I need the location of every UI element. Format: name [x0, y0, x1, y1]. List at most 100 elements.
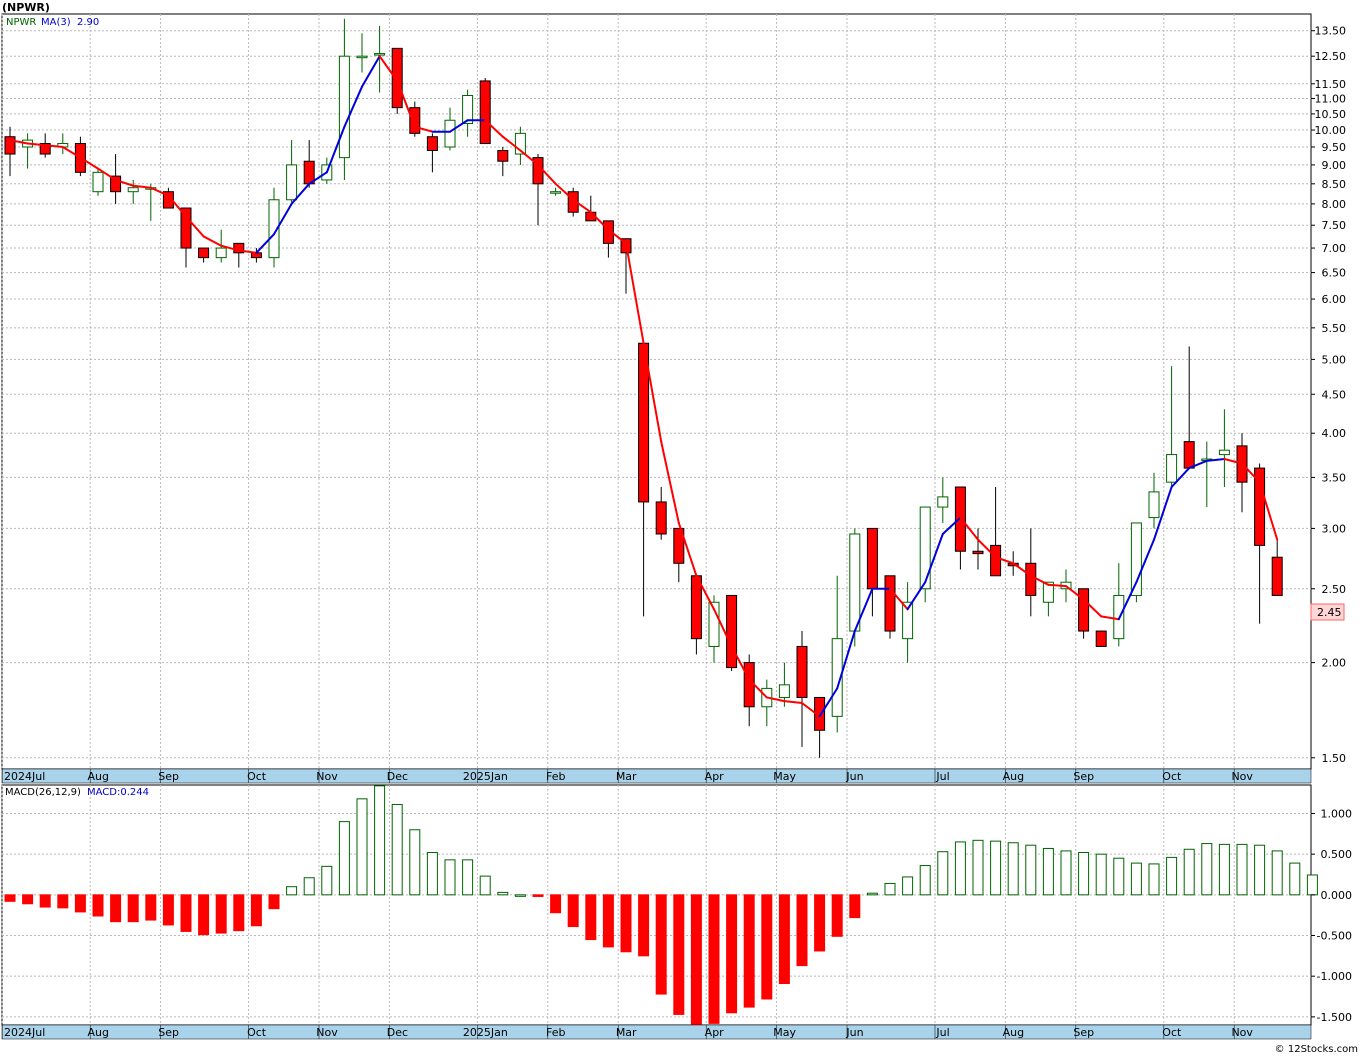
price-month-label: Apr	[705, 770, 725, 783]
legend-symbol: NPWR	[6, 17, 36, 28]
candle-down	[497, 150, 509, 162]
macd-bar-negative	[602, 894, 614, 948]
macd-month-label: Jul	[935, 1026, 949, 1039]
candle-up	[374, 53, 386, 56]
legend-ma: MA(3)	[41, 17, 71, 28]
candle-down	[743, 662, 755, 708]
macd-bar-negative	[567, 894, 579, 928]
candle-down	[796, 645, 808, 698]
candle-up	[1130, 522, 1142, 596]
price-month-label: Nov	[316, 770, 338, 783]
candle-up	[286, 164, 298, 201]
macd-bar-positive	[374, 785, 386, 896]
macd-bar-positive	[1025, 844, 1037, 896]
price-tick-label: 11.50	[1315, 78, 1347, 91]
macd-bar-positive	[462, 859, 474, 896]
macd-month-label: Apr	[705, 1026, 725, 1039]
macd-bar-positive	[1254, 844, 1266, 896]
candle-down	[1271, 556, 1283, 596]
candle-up	[338, 55, 350, 159]
macd-bar-positive	[514, 894, 526, 897]
candle-up	[444, 119, 456, 148]
macd-bar-negative	[250, 894, 262, 927]
price-tick-label: 10.00	[1315, 124, 1347, 137]
price-grid	[1, 13, 1312, 770]
macd-bar-positive	[866, 892, 878, 896]
price-month-label: Nov	[1231, 770, 1253, 783]
macd-bar-positive	[1271, 850, 1283, 896]
macd-bar-positive	[356, 798, 368, 896]
price-month-label: Mar	[616, 770, 637, 783]
candle-down	[866, 527, 878, 590]
macd-month-label: Aug	[1003, 1026, 1024, 1039]
candle-down	[884, 575, 896, 632]
candle-down	[198, 247, 210, 259]
macd-tick-label: 0.500	[1321, 848, 1353, 861]
candle-up	[356, 55, 368, 59]
price-tick-label: 7.00	[1322, 242, 1347, 255]
candle-down	[479, 80, 491, 145]
macd-bar-negative	[726, 894, 738, 1014]
macd-bar-negative	[74, 894, 86, 913]
macd-bar-positive	[497, 891, 509, 896]
macd-bar-negative	[796, 894, 808, 967]
macd-bar-positive	[1113, 857, 1125, 896]
macd-bar-positive	[1060, 850, 1072, 896]
candle-down	[972, 550, 984, 555]
candle-down	[409, 107, 421, 134]
macd-bar-positive	[1166, 856, 1178, 896]
price-panel-frame	[1, 13, 1312, 770]
macd-month-band	[1, 1024, 1312, 1040]
macd-bar-negative	[690, 894, 702, 1026]
macd-bar-positive	[321, 865, 333, 896]
macd-month-label: Sep	[1073, 1026, 1094, 1039]
macd-bar-positive	[972, 839, 984, 896]
chart-stage: 1.50 2.00 2.50 3.00 3.50 4.00 4.50 5.00 5.50 6.00…	[0, 0, 1360, 1056]
macd-bar-negative	[92, 894, 104, 917]
macd-month-label: Jun	[845, 1026, 863, 1039]
macd-month-label: 2024Jul	[4, 1026, 45, 1039]
macd-bar-positive	[919, 865, 931, 896]
footer-credit: © 12Stocks.com	[1275, 1044, 1358, 1055]
price-month-label: Jul	[935, 770, 949, 783]
ma-segment	[1047, 583, 1067, 588]
price-month-label: Feb	[546, 770, 565, 783]
price-tick-label: 2.00	[1322, 657, 1347, 670]
candle-down	[180, 207, 192, 249]
macd-bar-positive	[479, 875, 491, 896]
macd-bar-positive	[1130, 862, 1142, 896]
macd-bar-positive	[1289, 862, 1301, 896]
macd-month-label: Nov	[1231, 1026, 1253, 1039]
candle-up	[1166, 454, 1178, 483]
macd-bar-positive	[902, 876, 914, 896]
candle-up	[778, 684, 790, 698]
macd-bar-negative	[127, 894, 139, 923]
price-month-label: Sep	[1073, 770, 1094, 783]
price-tick-label: 6.50	[1322, 267, 1347, 280]
macd-month-label: Dec	[387, 1026, 408, 1039]
macd-bar-positive	[426, 852, 438, 896]
price-tick-label: 9.50	[1322, 141, 1347, 154]
price-tick-label: 13.50	[1315, 25, 1347, 38]
price-month-label: Jun	[845, 770, 863, 783]
macd-bar-positive	[391, 804, 403, 896]
macd-month-label: Oct	[247, 1026, 267, 1039]
macd-bar-positive	[1236, 843, 1248, 896]
macd-legend-params: MACD(26,12,9)	[5, 787, 81, 798]
macd-bar-positive	[1201, 843, 1213, 896]
macd-bar-positive	[1306, 874, 1318, 896]
price-tick-label: 8.50	[1322, 178, 1347, 191]
macd-month-label: Oct	[1162, 1026, 1182, 1039]
candle-down	[1095, 630, 1107, 647]
price-tick-label: 1.50	[1322, 752, 1347, 765]
macd-bar-negative	[638, 894, 650, 957]
price-month-label: Aug	[87, 770, 108, 783]
macd-bar-positive	[1095, 853, 1107, 896]
price-tick-label: 3.50	[1322, 471, 1347, 484]
macd-month-label: May	[773, 1026, 796, 1039]
macd-tick-label: 1.000	[1321, 807, 1353, 820]
candle-up	[550, 191, 562, 194]
price-tick-label: 2.50	[1322, 583, 1347, 596]
price-month-label: May	[773, 770, 796, 783]
macd-bar-negative	[831, 894, 843, 937]
